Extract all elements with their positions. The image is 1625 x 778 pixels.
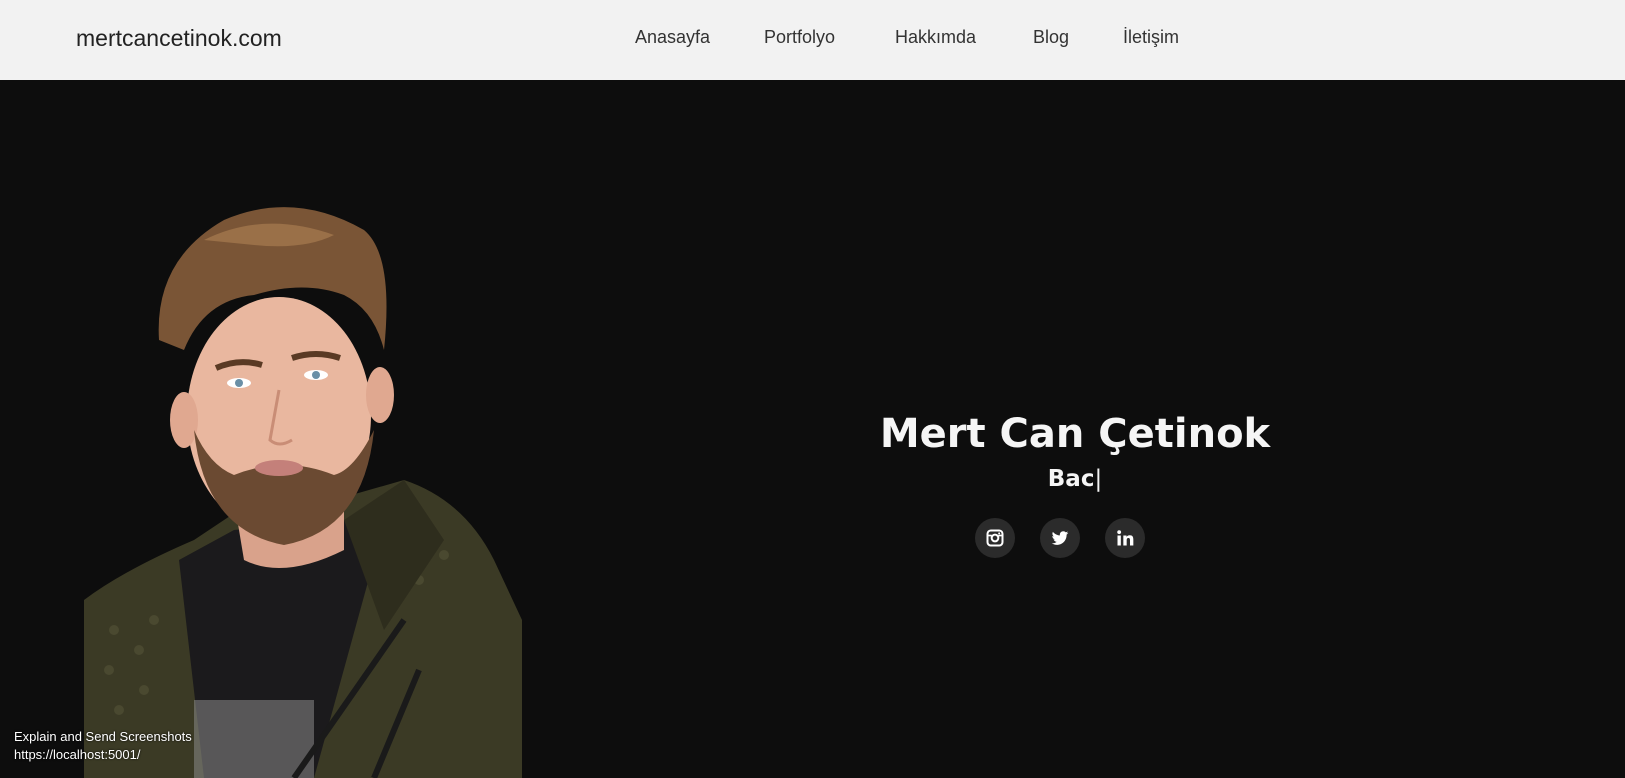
profile-photo bbox=[84, 200, 522, 778]
hero-text: Mert Can Çetinok Bac| bbox=[820, 410, 1330, 494]
nav-links: Anasayfa Portfolyo Hakkımda Blog İletişi… bbox=[0, 22, 1625, 52]
hero-name: Mert Can Çetinok bbox=[879, 411, 1271, 457]
linkedin-icon bbox=[1117, 530, 1134, 546]
typed-text: Bac bbox=[1047, 466, 1095, 492]
nav-link-hakkimda[interactable]: Hakkımda bbox=[895, 22, 976, 52]
top-navbar: mertcancetinok.com Anasayfa Portfolyo Ha… bbox=[0, 0, 1625, 80]
hero-section: Mert Can Çetinok Bac| bbox=[0, 80, 1625, 778]
overlay-line-url: https://localhost:5001/ bbox=[14, 747, 141, 762]
nav-link-blog[interactable]: Blog bbox=[1033, 22, 1069, 52]
twitter-button[interactable] bbox=[1040, 518, 1080, 558]
nav-link-portfolyo[interactable]: Portfolyo bbox=[764, 22, 835, 52]
typing-cursor: | bbox=[1094, 466, 1103, 492]
nav-link-anasayfa[interactable]: Anasayfa bbox=[635, 22, 710, 52]
overlay-line-title: Explain and Send Screenshots bbox=[14, 729, 192, 744]
screenshot-overlay: Explain and Send Screenshots https://loc… bbox=[14, 728, 192, 764]
nav-link-iletisim[interactable]: İletişim bbox=[1123, 22, 1179, 52]
instagram-icon bbox=[986, 529, 1004, 547]
linkedin-button[interactable] bbox=[1105, 518, 1145, 558]
typed-subtitle: Bac| bbox=[820, 464, 1330, 494]
social-links bbox=[975, 518, 1175, 558]
instagram-button[interactable] bbox=[975, 518, 1015, 558]
twitter-icon bbox=[1051, 531, 1069, 545]
